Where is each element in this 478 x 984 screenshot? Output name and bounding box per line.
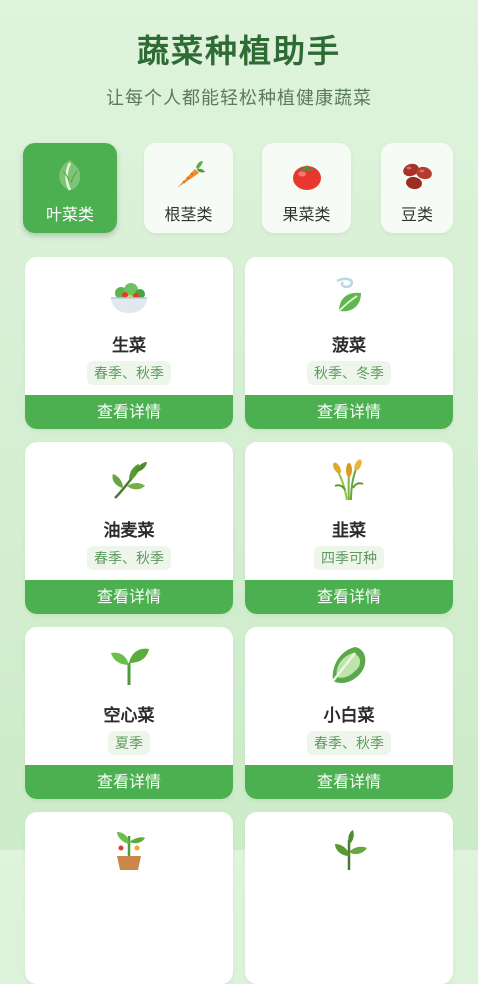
tomato-icon bbox=[292, 165, 321, 190]
tab-beans[interactable]: 豆类 bbox=[381, 143, 453, 233]
leafy-green-icon bbox=[332, 647, 366, 683]
season-badge: 春季、秋季 bbox=[87, 546, 171, 570]
tab-leafy[interactable]: 叶菜类 bbox=[23, 143, 117, 233]
vegetable-card[interactable]: 小白菜 春季、秋季 查看详情 bbox=[245, 627, 453, 799]
vegetable-name: 韭菜 bbox=[332, 521, 366, 541]
view-details-button[interactable]: 查看详情 bbox=[25, 765, 233, 799]
vegetable-name: 空心菜 bbox=[103, 706, 155, 726]
vegetable-card[interactable] bbox=[245, 812, 453, 984]
vegetable-name: 小白菜 bbox=[323, 706, 375, 726]
sheaf-icon bbox=[333, 459, 364, 501]
season-badge: 秋季、冬季 bbox=[307, 361, 391, 385]
vegetable-name: 油麦菜 bbox=[103, 521, 155, 541]
view-details-button[interactable]: 查看详情 bbox=[25, 395, 233, 429]
category-tabs: 叶菜类 根茎类 果菜类 豆类 bbox=[0, 143, 478, 235]
vegetable-card[interactable]: 空心菜 夏季 查看详情 bbox=[25, 627, 233, 799]
season-badge: 春季、秋季 bbox=[87, 361, 171, 385]
herb-icon bbox=[112, 462, 147, 499]
potted-plant-icon bbox=[117, 832, 145, 870]
view-details-button[interactable]: 查看详情 bbox=[245, 395, 453, 429]
tab-label: 根茎类 bbox=[164, 205, 213, 224]
season-badge: 夏季 bbox=[108, 731, 150, 755]
view-details-button[interactable]: 查看详情 bbox=[25, 580, 233, 614]
leafy-vegetable-icon bbox=[59, 160, 81, 191]
vegetable-card[interactable]: 生菜 春季、秋季 查看详情 bbox=[25, 257, 233, 429]
seedling-icon bbox=[111, 648, 149, 685]
leaf-wind-icon bbox=[336, 277, 361, 312]
vegetable-name: 生菜 bbox=[112, 336, 146, 356]
herb-icon bbox=[335, 830, 367, 870]
tab-root[interactable]: 根茎类 bbox=[144, 143, 233, 233]
salad-bowl-icon bbox=[111, 283, 147, 313]
tab-fruit[interactable]: 果菜类 bbox=[262, 143, 351, 233]
view-details-button[interactable]: 查看详情 bbox=[245, 580, 453, 614]
season-badge: 春季、秋季 bbox=[307, 731, 391, 755]
tab-label: 叶菜类 bbox=[45, 205, 94, 224]
view-details-button[interactable]: 查看详情 bbox=[245, 765, 453, 799]
carrot-icon bbox=[176, 161, 205, 188]
vegetable-card[interactable] bbox=[25, 812, 233, 984]
tab-label: 果菜类 bbox=[282, 205, 331, 224]
vegetable-card[interactable]: 韭菜 四季可种 查看详情 bbox=[245, 442, 453, 614]
tab-label: 豆类 bbox=[400, 205, 433, 224]
page-title: 蔬菜种植助手 bbox=[136, 32, 341, 70]
beans-icon bbox=[403, 163, 432, 190]
page-subtitle: 让每个人都能轻松种植健康蔬菜 bbox=[106, 88, 372, 109]
vegetable-name: 菠菜 bbox=[332, 336, 366, 356]
season-badge: 四季可种 bbox=[314, 546, 384, 570]
vegetable-card[interactable]: 油麦菜 春季、秋季 查看详情 bbox=[25, 442, 233, 614]
vegetable-card[interactable]: 菠菜 秋季、冬季 查看详情 bbox=[245, 257, 453, 429]
